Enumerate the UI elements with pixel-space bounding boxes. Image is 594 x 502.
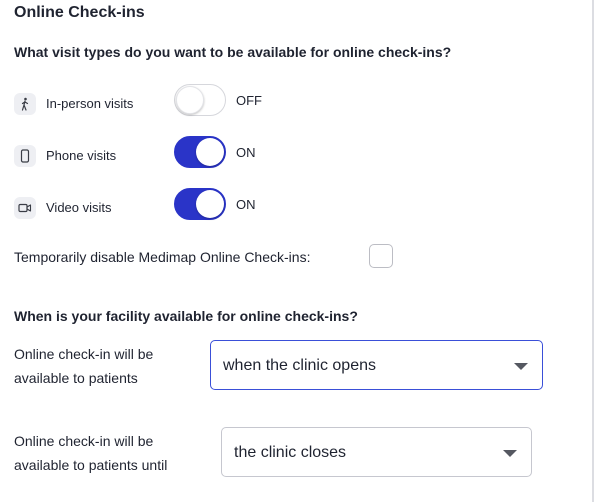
in-person-visits-toggle[interactable] — [174, 84, 226, 116]
availability-start-select[interactable]: when the clinic opens — [210, 340, 543, 390]
video-visits-toggle[interactable] — [174, 188, 226, 220]
visit-type-label: Phone visits — [46, 148, 117, 163]
chevron-down-icon — [514, 363, 528, 370]
select-value: when the clinic opens — [223, 357, 376, 374]
phone-icon — [14, 145, 36, 167]
label-line: Online check-in will be — [14, 346, 154, 362]
toggle-knob — [196, 138, 224, 166]
video-camera-icon — [14, 197, 36, 219]
toggle-knob — [176, 86, 204, 114]
toggle-knob — [196, 190, 224, 218]
availability-end-select[interactable]: the clinic closes — [221, 427, 532, 477]
chevron-down-icon — [503, 450, 517, 457]
availability-start-label: Online check-in will be available to pat… — [14, 342, 153, 390]
visit-type-row-phone: Phone visits ON — [14, 136, 574, 176]
disable-checkins-label: Temporarily disable Medimap Online Check… — [14, 249, 311, 265]
visit-type-label: Video visits — [46, 200, 112, 215]
disable-checkins-checkbox[interactable] — [369, 244, 393, 268]
phone-visits-toggle[interactable] — [174, 136, 226, 168]
page-title: Online Check-ins — [14, 4, 145, 21]
toggle-state-text: OFF — [236, 93, 262, 108]
walking-person-icon — [14, 93, 36, 115]
label-line: Online check-in will be — [14, 433, 154, 449]
visit-type-row-in-person: In-person visits OFF — [14, 84, 574, 124]
visit-types-question: What visit types do you want to be avail… — [14, 44, 452, 60]
label-line: available to patients — [14, 370, 138, 386]
visit-type-row-video: Video visits ON — [14, 188, 574, 228]
visit-type-label: In-person visits — [46, 96, 134, 111]
select-value: the clinic closes — [234, 444, 347, 461]
availability-end-label: Online check-in will be available to pat… — [14, 429, 167, 477]
toggle-state-text: ON — [236, 197, 256, 212]
label-line: available to patients until — [14, 457, 168, 473]
availability-question: When is your facility available for onli… — [14, 308, 358, 324]
toggle-state-text: ON — [236, 145, 256, 160]
